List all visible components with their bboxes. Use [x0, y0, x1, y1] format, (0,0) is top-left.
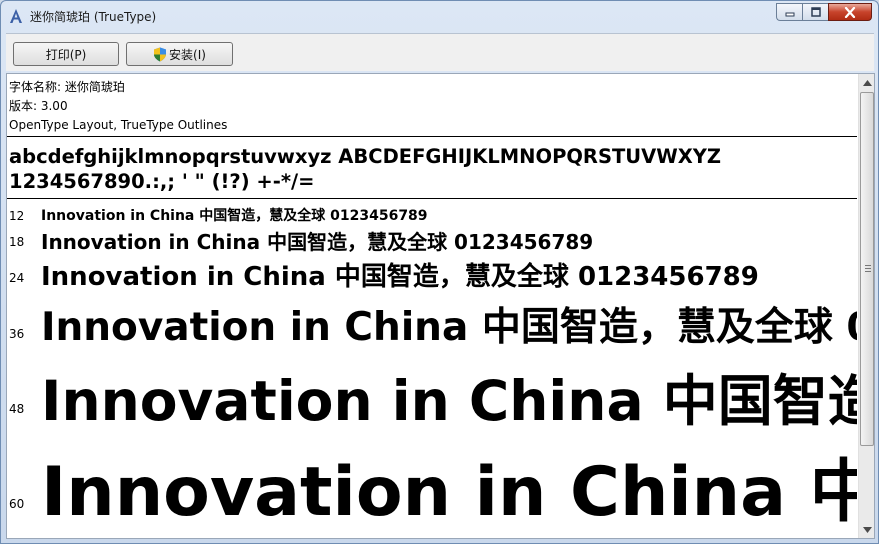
sample-row-12: 12 Innovation in China 中国智造，慧及全球 0123456…: [7, 202, 857, 224]
sample-text: Innovation in China 中国智造，慧及全球 0123456789: [41, 369, 857, 432]
font-viewer-window: 迷你简琥珀 (TrueType) 打印(P) 安装(I) 字体名称: 迷你简琥珀…: [0, 0, 879, 544]
title-bar[interactable]: 迷你简琥珀 (TrueType): [1, 1, 878, 33]
font-version-line: 版本: 3.00: [9, 99, 68, 113]
close-button[interactable]: [828, 3, 872, 21]
vertical-scrollbar[interactable]: [858, 74, 874, 538]
sample-text: Innovation in China 中国智造，慧及全球 0123456789: [41, 208, 428, 224]
close-icon: [844, 6, 856, 18]
font-info: 字体名称: 迷你简琥珀 版本: 3.00 OpenType Layout, Tr…: [9, 78, 227, 135]
font-name-line: 字体名称: 迷你简琥珀: [9, 80, 125, 94]
size-label: 36: [9, 327, 25, 341]
grip-line: [865, 271, 871, 272]
install-button[interactable]: 安装(I): [126, 42, 233, 66]
sample-text: Innovation in China 中国智造，慧及全球 0123456789: [41, 453, 857, 532]
sample-row-36: 36 Innovation in China 中国智造，慧及全球 0123456…: [7, 292, 857, 352]
print-button-label: 打印(P): [45, 47, 87, 62]
size-label: 24: [9, 271, 25, 285]
scroll-down-button[interactable]: [859, 521, 874, 538]
window-title: 迷你简琥珀 (TrueType): [30, 10, 157, 24]
divider: [7, 198, 857, 199]
sample-row-24: 24 Innovation in China 中国智造，慧及全球 0123456…: [7, 252, 857, 292]
sample-text: Innovation in China 中国智造，慧及全球 0123456789: [41, 230, 594, 252]
maximize-button[interactable]: [802, 3, 828, 21]
uac-shield-icon: [154, 47, 167, 61]
divider: [7, 136, 857, 137]
size-label: 60: [9, 497, 25, 511]
size-label: 48: [9, 402, 25, 416]
minimize-button[interactable]: [776, 3, 802, 21]
scroll-up-button[interactable]: [859, 74, 874, 91]
sample-row-60: 60 Innovation in China 中国智造，慧及全球 0123456…: [7, 432, 857, 538]
size-label: 12: [9, 209, 25, 223]
maximize-icon: [810, 7, 821, 17]
grip-line: [865, 265, 871, 266]
charset-letters: abcdefghijklmnopqrstuvwxyz ABCDEFGHIJKLM…: [9, 145, 722, 168]
print-button[interactable]: 打印(P): [13, 42, 119, 66]
font-preview-area[interactable]: 字体名称: 迷你简琥珀 版本: 3.00 OpenType Layout, Tr…: [6, 73, 875, 539]
scroll-down-arrow-icon: [862, 526, 872, 533]
sample-row-48: 48 Innovation in China 中国智造，慧及全球 0123456…: [7, 352, 857, 432]
grip-line: [865, 268, 871, 269]
charset-symbols: 1234567890.:,; ' " (!?) +-*/=: [9, 170, 315, 193]
font-a-icon: [10, 9, 22, 23]
install-button-label: 安装(I): [169, 47, 206, 62]
sample-row-18: 18 Innovation in China 中国智造，慧及全球 0123456…: [7, 224, 857, 252]
minimize-icon: [785, 12, 794, 17]
toolbar: 打印(P) 安装(I): [6, 33, 874, 71]
scroll-up-arrow-icon: [862, 79, 872, 86]
font-outline-line: OpenType Layout, TrueType Outlines: [9, 118, 228, 132]
caption-buttons: [776, 3, 872, 21]
size-label: 18: [9, 235, 25, 249]
scroll-thumb[interactable]: [860, 92, 874, 446]
sample-text: Innovation in China 中国智造，慧及全球 0123456789: [41, 305, 857, 350]
sample-text: Innovation in China 中国智造，慧及全球 0123456789: [41, 262, 759, 292]
